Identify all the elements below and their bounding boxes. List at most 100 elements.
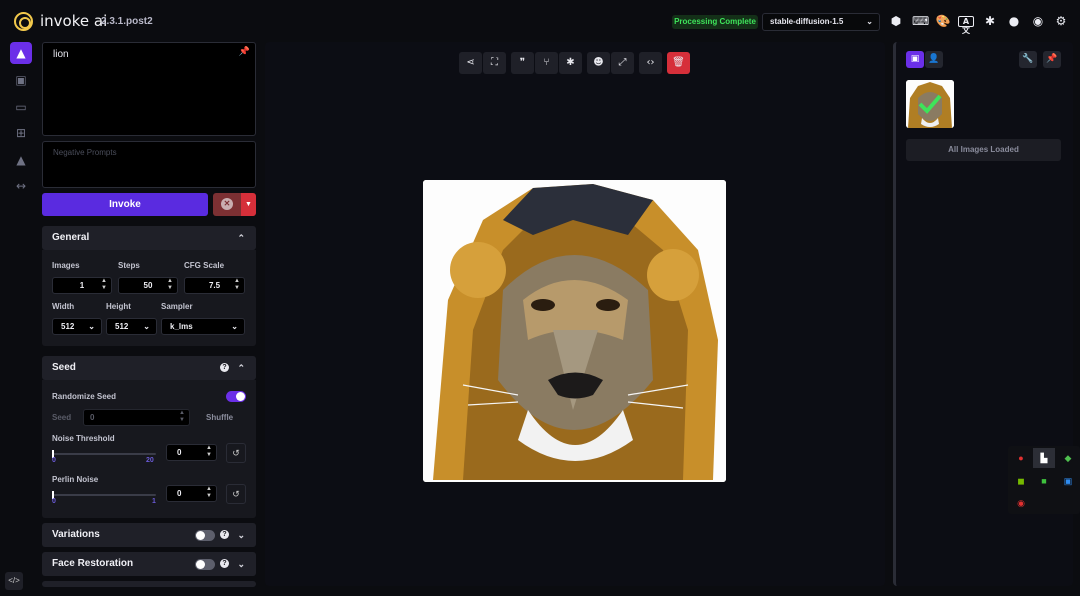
reset-icon[interactable]: ↺: [226, 484, 246, 504]
app-version: 2.3.1.post2: [101, 16, 153, 27]
perlin-max-mark: 1: [152, 498, 156, 505]
tray-app-icon[interactable]: ●: [1010, 448, 1032, 468]
noise-threshold-stepper[interactable]: 0 ▲ ▼: [166, 444, 217, 461]
variations-accordion-header[interactable]: Variations ? ⌄: [42, 523, 256, 547]
chevron-down-icon: ⌄: [143, 322, 150, 331]
gallery-pin-icon[interactable]: 📌: [1043, 51, 1061, 68]
help-icon[interactable]: ?: [220, 559, 229, 568]
cancel-button[interactable]: [213, 193, 241, 216]
stepper-arrows-icon[interactable]: ▲ ▼: [167, 278, 173, 292]
tab-nodes[interactable]: ⊞: [10, 122, 32, 144]
general-accordion-header[interactable]: General ⌃: [42, 226, 256, 250]
prompt-input[interactable]: lion 📌: [42, 42, 256, 136]
chevron-up-icon: ⌃: [237, 233, 245, 243]
steps-stepper[interactable]: 50 ▲ ▼: [118, 277, 178, 294]
gallery-images-tab-icon[interactable]: ▣: [906, 51, 924, 68]
lion-illustration: [423, 180, 726, 482]
model-select[interactable]: stable-diffusion-1.5 ⌄: [762, 13, 880, 31]
steps-value: 50: [143, 281, 153, 290]
perlin-noise-value: 0: [177, 489, 182, 498]
images-stepper[interactable]: 1 ▲ ▼: [52, 277, 112, 294]
share-icon[interactable]: ⋖: [459, 52, 482, 74]
variations-toggle[interactable]: [195, 530, 215, 541]
stepper-arrows-icon: ▲ ▼: [179, 410, 185, 423]
developer-code-icon[interactable]: </>: [5, 572, 23, 590]
github-icon[interactable]: ●: [1006, 14, 1022, 28]
height-value: 512: [115, 322, 129, 331]
fullscreen-icon[interactable]: ⛶: [483, 52, 506, 74]
stepper-arrows-icon[interactable]: ▲ ▼: [206, 445, 212, 459]
face-restoration-toggle[interactable]: [195, 559, 215, 570]
tray-blue-app-icon[interactable]: ▣: [1057, 471, 1079, 491]
sampler-select[interactable]: k_lms ⌄: [161, 318, 245, 335]
negative-prompt-input[interactable]: Negative Prompts: [42, 141, 256, 188]
tab-training[interactable]: ↔: [10, 175, 32, 197]
stepper-arrows-icon[interactable]: ▲ ▼: [234, 278, 240, 292]
cancel-options-chevron-icon[interactable]: ▼: [241, 193, 256, 216]
shuffle-button[interactable]: Shuffle: [206, 413, 233, 422]
seed-label: Seed: [52, 413, 72, 422]
perlin-noise-stepper[interactable]: 0 ▲ ▼: [166, 485, 217, 502]
tab-unified-canvas[interactable]: ▭: [10, 96, 32, 118]
perlin-min-mark: 0: [52, 498, 56, 505]
bug-report-icon[interactable]: ✱: [982, 14, 998, 28]
tray-gpu-icon[interactable]: ◆: [1057, 448, 1079, 468]
reset-icon[interactable]: ↺: [226, 443, 246, 463]
discord-icon[interactable]: ◉: [1030, 14, 1046, 28]
variations-title: Variations: [52, 529, 100, 540]
invoke-button[interactable]: Invoke: [42, 193, 208, 216]
gallery-thumbnail-lion[interactable]: [906, 80, 954, 128]
cfg-scale-stepper[interactable]: 7.5 ▲ ▼: [184, 277, 245, 294]
help-icon[interactable]: ?: [220, 363, 229, 372]
app-name: invoke ai: [40, 12, 108, 30]
tray-green-app-icon[interactable]: ■: [1033, 471, 1055, 491]
use-all-asterisk-icon[interactable]: ✱: [559, 52, 582, 74]
language-icon[interactable]: A文: [958, 16, 974, 35]
width-select[interactable]: 512 ⌄: [52, 318, 102, 335]
use-prompt-quote-icon[interactable]: ❞: [511, 52, 534, 74]
generated-lion-image: [423, 180, 726, 482]
settings-gear-icon[interactable]: ⚙: [1053, 14, 1069, 28]
next-accordion-header[interactable]: [42, 581, 256, 587]
show-metadata-code-icon[interactable]: ‹›: [639, 52, 662, 74]
tab-image-to-image[interactable]: ▣: [10, 69, 32, 91]
system-tray-flyout: ● ▙ ◆ ◼ ■ ▣ ◉: [1008, 446, 1080, 514]
noise-threshold-value: 0: [177, 448, 182, 457]
randomize-seed-toggle[interactable]: [226, 391, 246, 402]
stepper-arrows-icon[interactable]: ▲ ▼: [101, 278, 107, 292]
noise-threshold-slider[interactable]: [52, 453, 156, 455]
chevron-down-icon: ⌄: [237, 530, 245, 540]
help-icon[interactable]: ?: [220, 530, 229, 539]
model-manager-icon[interactable]: ⬢: [888, 14, 904, 28]
gallery-user-uploads-tab-icon[interactable]: 👤: [925, 51, 943, 68]
upscale-icon[interactable]: ⤢: [611, 52, 634, 74]
use-seed-icon[interactable]: ⑂: [535, 52, 558, 74]
tray-red-app-icon[interactable]: ◉: [1010, 493, 1032, 513]
height-select[interactable]: 512 ⌄: [106, 318, 157, 335]
keyboard-shortcuts-icon[interactable]: ⌨: [912, 14, 929, 28]
chevron-down-icon: ⌄: [231, 322, 238, 331]
seed-panel: Randomize Seed Seed 0 ▲ ▼ Shuffle Noise Th…: [42, 380, 256, 518]
seed-input[interactable]: 0 ▲ ▼: [83, 409, 190, 426]
gallery-settings-wrench-icon[interactable]: 🔧: [1019, 51, 1037, 68]
noise-max-mark: 20: [146, 457, 154, 464]
face-restoration-accordion-header[interactable]: Face Restoration ? ⌄: [42, 552, 256, 576]
general-panel: Images Steps CFG Scale 1 ▲ ▼ 50 ▲ ▼ 7.5 ▲ ▼ Wi…: [42, 250, 256, 346]
lion-thumbnail-image: [906, 80, 954, 128]
tray-nvidia-icon[interactable]: ◼: [1010, 471, 1032, 491]
tray-bookmark-icon[interactable]: ▙: [1033, 448, 1055, 468]
chevron-down-icon: ⌄: [88, 322, 95, 331]
delete-trash-icon[interactable]: 🗑: [667, 52, 690, 74]
pin-icon[interactable]: 📌: [239, 46, 250, 57]
all-images-loaded-button[interactable]: All Images Loaded: [906, 139, 1061, 161]
tab-text-to-image[interactable]: ▲: [10, 42, 32, 64]
restore-faces-icon[interactable]: ☻: [587, 52, 610, 74]
tab-postprocessing[interactable]: ▲: [10, 149, 32, 171]
noise-min-mark: 0: [52, 457, 56, 464]
perlin-noise-label: Perlin Noise: [52, 475, 99, 484]
stepper-arrows-icon[interactable]: ▲ ▼: [206, 486, 212, 500]
perlin-noise-slider[interactable]: [52, 494, 156, 496]
seed-accordion-header[interactable]: Seed ? ⌃: [42, 356, 256, 380]
theme-palette-icon[interactable]: 🎨: [935, 14, 951, 28]
status-badge: Processing Complete: [672, 15, 758, 29]
